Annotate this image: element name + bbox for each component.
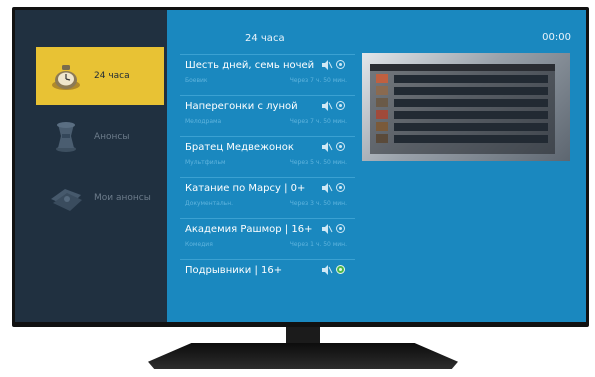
program-row[interactable]: Академия Рашмор | 16+ Комедия Через 1 ч.…: [180, 218, 355, 259]
clock-time: 00:00: [542, 32, 571, 43]
program-row[interactable]: Шесть дней, семь ночей Боевик Через 7 ч.…: [180, 54, 355, 95]
tv-stand-neck: [286, 327, 320, 344]
program-row[interactable]: Катание по Марсу | 0+ Документальн. Чере…: [180, 177, 355, 218]
tv-screen: 24 часа Анонсы Мои анонсы 24 часа 00:00 …: [15, 10, 586, 322]
mute-icon[interactable]: [321, 141, 333, 153]
program-time: Через 7 ч. 50 мин.: [289, 77, 347, 84]
preview-screen: [370, 64, 555, 154]
program-title: Наперегонки с луной: [185, 101, 298, 112]
sidebar-item-label: 24 часа: [94, 71, 130, 81]
program-title: Академия Рашмор | 16+: [185, 224, 313, 235]
program-row[interactable]: Братец Медвежонок Мультфильм Через 5 ч. …: [180, 136, 355, 177]
program-title: Катание по Марсу | 0+: [185, 183, 306, 194]
program-time: Через 5 ч. 50 мин.: [289, 159, 347, 166]
program-row[interactable]: Наперегонки с луной Мелодрама Через 7 ч.…: [180, 95, 355, 136]
program-genre: Боевик: [185, 77, 208, 84]
program-row[interactable]: Подрывники | 16+: [180, 259, 355, 300]
hourglass-icon: [46, 119, 86, 155]
preview-row: [376, 121, 548, 132]
preview-thumbnail: [362, 53, 570, 161]
mute-icon[interactable]: [321, 182, 333, 194]
mute-icon[interactable]: [321, 223, 333, 235]
select-radio[interactable]: [336, 101, 345, 110]
select-radio[interactable]: [336, 142, 345, 151]
main-panel: 24 часа 00:00 Шесть дней, семь ночей Бое…: [167, 10, 586, 322]
tv-stand-base: [148, 343, 458, 369]
preview-header: [370, 64, 555, 71]
preview-row: [376, 109, 548, 120]
select-radio[interactable]: [336, 224, 345, 233]
program-time: Через 1 ч. 50 мин.: [289, 241, 347, 248]
program-title: Шесть дней, семь ночей: [185, 60, 315, 71]
preview-row: [376, 133, 548, 144]
program-genre: Мелодрама: [185, 118, 222, 125]
program-genre: Документальн.: [185, 200, 234, 207]
program-list: Шесть дней, семь ночей Боевик Через 7 ч.…: [180, 54, 355, 300]
sidebar: 24 часа Анонсы Мои анонсы: [15, 10, 167, 322]
program-time: Через 3 ч. 50 мин.: [289, 200, 347, 207]
program-time: Через 7 ч. 50 мин.: [289, 118, 347, 125]
program-title: Братец Медвежонок: [185, 142, 294, 153]
select-radio[interactable]: [336, 183, 345, 192]
preview-row: [376, 97, 548, 108]
program-genre: Комедия: [185, 241, 213, 248]
mute-icon[interactable]: [321, 59, 333, 71]
select-radio-selected[interactable]: [336, 265, 345, 274]
preview-row: [376, 85, 548, 96]
sidebar-item-announcements[interactable]: Анонсы: [36, 108, 164, 166]
mute-icon[interactable]: [321, 100, 333, 112]
page-title: 24 часа: [245, 33, 285, 44]
clock-icon: [46, 58, 86, 94]
sidebar-item-24h[interactable]: 24 часа: [36, 47, 164, 105]
select-radio[interactable]: [336, 60, 345, 69]
program-genre: Мультфильм: [185, 159, 226, 166]
preview-row: [376, 73, 548, 84]
tickets-icon: [46, 180, 86, 216]
tv-frame: 24 часа Анонсы Мои анонсы 24 часа 00:00 …: [12, 7, 589, 327]
sidebar-item-label: Мои анонсы: [94, 193, 151, 203]
sidebar-item-label: Анонсы: [94, 132, 130, 142]
sidebar-item-my-announcements[interactable]: Мои анонсы: [36, 169, 164, 227]
mute-icon[interactable]: [321, 264, 333, 276]
program-title: Подрывники | 16+: [185, 265, 283, 276]
